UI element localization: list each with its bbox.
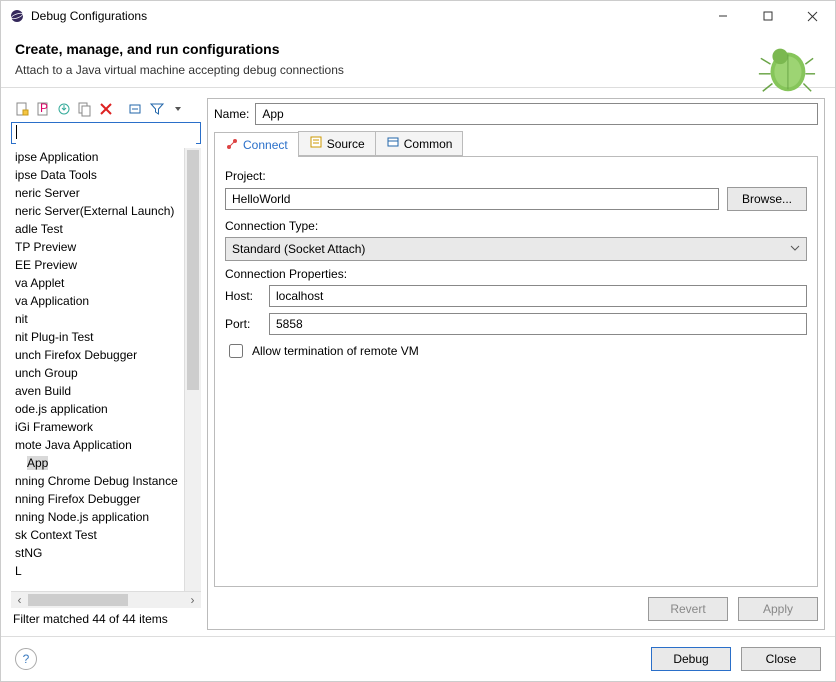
tree-item[interactable]: va Application [11,292,201,310]
tab-bar: Connect Source Common [214,131,818,157]
scroll-left-icon[interactable]: ‹ [11,592,28,609]
source-tab-icon [309,135,323,152]
chevron-down-icon [790,242,800,256]
tree-item[interactable]: iGi Framework [11,418,201,436]
bug-icon [755,37,817,102]
tab-label: Common [404,137,453,151]
scroll-right-icon[interactable]: › [184,592,201,609]
delete-icon[interactable] [97,100,115,118]
tab-label: Source [327,137,365,151]
tree-item[interactable]: sk Context Test [11,526,201,544]
connect-tab-icon [225,137,239,154]
filter-input-wrapper[interactable] [11,122,201,144]
header-subtitle: Attach to a Java virtual machine accepti… [15,63,821,77]
allow-termination-checkbox[interactable] [229,344,243,358]
port-input[interactable] [269,313,807,335]
project-label: Project: [225,169,807,183]
tree-scrollbar-horizontal[interactable]: ‹ › [11,591,201,608]
host-label: Host: [225,289,261,303]
browse-button[interactable]: Browse... [727,187,807,211]
tab-source[interactable]: Source [298,131,376,156]
tab-connect[interactable]: Connect [214,132,299,157]
left-panel: P ipse Applicationipse Data Toolsneric S… [11,98,201,630]
tree-item[interactable]: mote Java Application [11,436,201,454]
tree-item[interactable]: EE Preview [11,256,201,274]
connection-type-select[interactable]: Standard (Socket Attach) [225,237,807,261]
tree-item[interactable]: va Applet [11,274,201,292]
config-toolbar: P [11,98,201,122]
tree-item[interactable]: adle Test [11,220,201,238]
tab-common[interactable]: Common [375,131,464,156]
tree-item[interactable]: nit Plug-in Test [11,328,201,346]
tree-item[interactable]: L [11,562,201,580]
export-icon[interactable] [55,100,73,118]
config-tree[interactable]: ipse Applicationipse Data Toolsneric Ser… [11,148,201,591]
tree-item[interactable]: nit [11,310,201,328]
duplicate-icon[interactable] [76,100,94,118]
eclipse-icon [9,8,25,24]
tree-item[interactable]: neric Server(External Launch) [11,202,201,220]
tab-connect-panel: Project: Browse... Connection Type: Stan… [214,157,818,587]
window-title: Debug Configurations [31,9,700,23]
tree-item[interactable]: unch Group [11,364,201,382]
maximize-button[interactable] [745,1,790,31]
close-dialog-button[interactable]: Close [741,647,821,671]
common-tab-icon [386,135,400,152]
name-label: Name: [214,107,249,121]
header-title: Create, manage, and run configurations [15,41,821,57]
tree-item[interactable]: ode.js application [11,400,201,418]
revert-button[interactable]: Revert [648,597,728,621]
new-config-icon[interactable] [13,100,31,118]
svg-text:P: P [40,101,48,115]
tree-item[interactable]: ipse Application [11,148,201,166]
tree-item[interactable]: unch Firefox Debugger [11,346,201,364]
port-label: Port: [225,317,261,331]
config-editor: Name: Connect Source Common Project: Brows… [207,98,825,630]
connection-type-value: Standard (Socket Attach) [232,242,365,256]
tree-item[interactable]: App [11,454,201,472]
minimize-button[interactable] [700,1,745,31]
help-icon[interactable]: ? [15,648,37,670]
tab-label: Connect [243,138,288,152]
footer: ? Debug Close [1,636,835,681]
tree-item[interactable]: TP Preview [11,238,201,256]
tree-item[interactable]: nning Chrome Debug Instance [11,472,201,490]
tree-item[interactable]: stNG [11,544,201,562]
window-buttons [700,1,835,31]
collapse-all-icon[interactable] [127,100,145,118]
new-prototype-icon[interactable]: P [34,100,52,118]
tree-item[interactable]: nning Firefox Debugger [11,490,201,508]
apply-button[interactable]: Apply [738,597,818,621]
close-button[interactable] [790,1,835,31]
filter-icon[interactable] [148,100,166,118]
tree-item[interactable]: aven Build [11,382,201,400]
dialog-body: P ipse Applicationipse Data Toolsneric S… [1,88,835,636]
name-input[interactable] [255,103,818,125]
debug-button[interactable]: Debug [651,647,731,671]
filter-menu-icon[interactable] [169,100,187,118]
tree-item[interactable]: nning Node.js application [11,508,201,526]
filter-status: Filter matched 44 of 44 items [11,608,201,630]
tree-item[interactable]: neric Server [11,184,201,202]
connection-properties-label: Connection Properties: [225,267,807,281]
allow-termination-label: Allow termination of remote VM [252,344,419,358]
connection-type-label: Connection Type: [225,219,807,233]
titlebar: Debug Configurations [1,1,835,31]
project-input[interactable] [225,188,719,210]
header: Create, manage, and run configurations A… [1,31,835,88]
host-input[interactable] [269,285,807,307]
dialog-window: Debug Configurations Create, manage, and… [0,0,836,682]
tree-item[interactable]: ipse Data Tools [11,166,201,184]
tree-scrollbar-vertical[interactable] [184,148,201,591]
